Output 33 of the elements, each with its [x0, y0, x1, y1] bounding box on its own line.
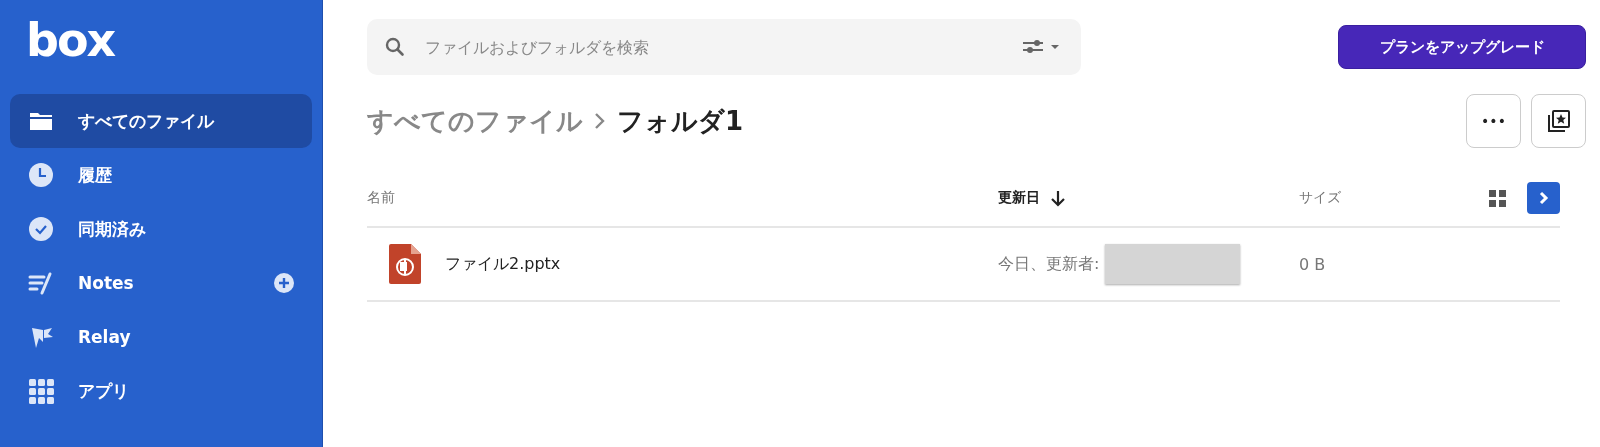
column-header[interactable]: サイズ: [1299, 189, 1341, 207]
add-icon[interactable]: [274, 273, 294, 293]
check-icon: [28, 216, 54, 242]
clock-icon: [28, 162, 54, 188]
star-collection-icon: [1545, 108, 1572, 134]
sidebar-item[interactable]: 履歴: [10, 148, 312, 202]
file-name[interactable]: ファイル2.pptx: [445, 253, 561, 275]
collection-button[interactable]: [1531, 94, 1586, 148]
notes-icon: [28, 270, 54, 296]
presentation-file-icon: [389, 244, 421, 284]
search-icon: [385, 37, 405, 57]
logo[interactable]: box: [10, 0, 312, 94]
search-field[interactable]: ファイルおよびフォルダを検索: [423, 36, 1005, 58]
sidebar-item[interactable]: アプリ: [10, 364, 312, 418]
breadcrumb-item[interactable]: すべてのファイル: [367, 103, 583, 139]
modified-text: 今日、更新者:: [998, 253, 1100, 275]
upgrade-button[interactable]: プランをアップグレード: [1338, 25, 1586, 69]
sidebar-item[interactable]: 同期済み: [10, 202, 312, 256]
column-header[interactable]: 名前: [367, 189, 395, 207]
expand-panel-button[interactable]: [1527, 182, 1560, 214]
sidebar-item[interactable]: Notes: [10, 256, 312, 310]
arrow-down-icon: [1050, 189, 1066, 207]
apps-grid-icon: [28, 378, 54, 404]
grid-view-icon[interactable]: [1489, 189, 1506, 207]
column-header[interactable]: 更新日: [998, 189, 1040, 207]
search-bar[interactable]: ファイルおよびフォルダを検索: [367, 19, 1081, 75]
more-button[interactable]: •••: [1466, 94, 1521, 148]
breadcrumb-item: フォルダ1: [617, 104, 744, 138]
sidebar-item[interactable]: すべてのファイル: [10, 94, 312, 148]
chevron-right-icon: [593, 111, 607, 131]
chevron-right-icon: [1537, 191, 1550, 205]
file-size: 0 B: [1299, 254, 1326, 274]
sidebar-item[interactable]: Relay: [10, 310, 312, 364]
